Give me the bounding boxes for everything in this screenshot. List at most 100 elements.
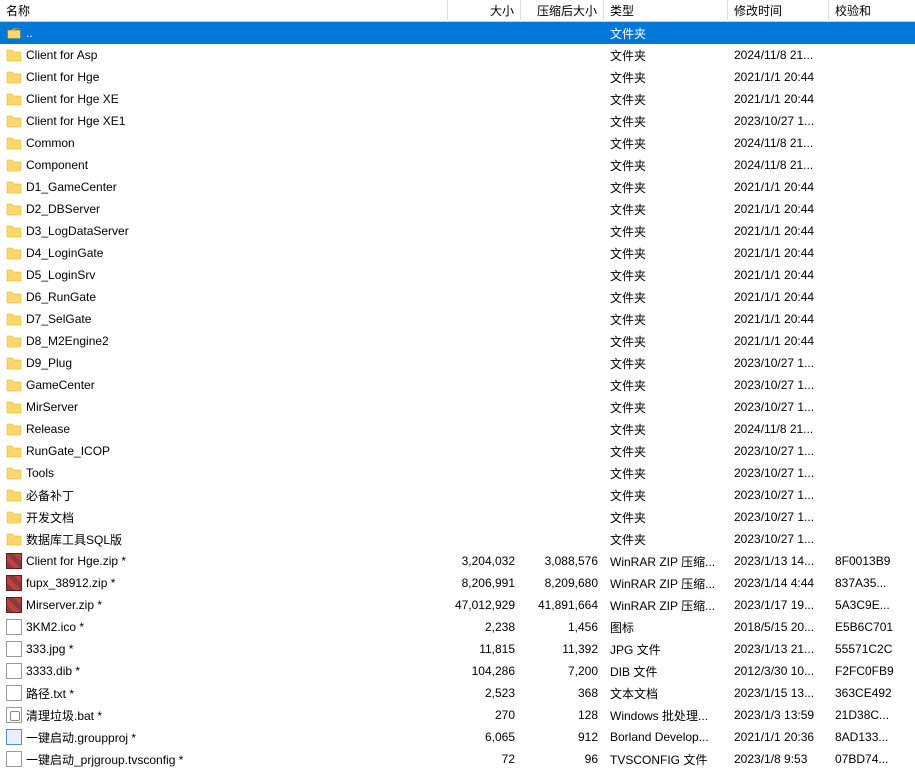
file-name-cell[interactable]: Client for Hge <box>0 67 448 87</box>
file-type-cell: WinRAR ZIP 压缩... <box>604 551 728 572</box>
file-row[interactable]: 3333.dib *104,2867,200DIB 文件2012/3/30 10… <box>0 660 915 682</box>
file-modified-cell: 2021/1/1 20:44 <box>728 178 829 196</box>
file-row[interactable]: D4_LoginGate文件夹2021/1/1 20:44 <box>0 242 915 264</box>
file-name-cell[interactable]: Mirserver.zip * <box>0 595 448 615</box>
file-row[interactable]: RunGate_ICOP文件夹2023/10/27 1... <box>0 440 915 462</box>
column-header-modified[interactable]: 修改时间 <box>728 0 829 22</box>
file-name-cell[interactable]: D7_SelGate <box>0 309 448 329</box>
file-row[interactable]: Client for Asp文件夹2024/11/8 21... <box>0 44 915 66</box>
file-name-cell[interactable]: MirServer <box>0 397 448 417</box>
file-checksum-cell: 07BD74... <box>829 750 913 768</box>
file-modified-cell: 2024/11/8 21... <box>728 156 829 174</box>
file-row[interactable]: MirServer文件夹2023/10/27 1... <box>0 396 915 418</box>
file-name-cell[interactable]: D9_Plug <box>0 353 448 373</box>
column-header-type[interactable]: 类型 <box>604 0 728 22</box>
file-row[interactable]: 一键启动_prjgroup.tvsconfig *7296TVSCONFIG 文… <box>0 748 915 770</box>
file-size-cell <box>448 75 521 79</box>
file-row[interactable]: Common文件夹2024/11/8 21... <box>0 132 915 154</box>
file-row[interactable]: 数据库工具SQL版文件夹2023/10/27 1... <box>0 528 915 550</box>
file-name-cell[interactable]: Client for Asp <box>0 45 448 65</box>
file-row[interactable]: Component文件夹2024/11/8 21... <box>0 154 915 176</box>
file-row[interactable]: D2_DBServer文件夹2021/1/1 20:44 <box>0 198 915 220</box>
file-name-label: D7_SelGate <box>26 312 91 326</box>
file-modified-cell: 2021/1/1 20:44 <box>728 266 829 284</box>
file-row[interactable]: 3KM2.ico *2,2381,456图标2018/5/15 20...E5B… <box>0 616 915 638</box>
file-row[interactable]: Client for Hge XE1文件夹2023/10/27 1... <box>0 110 915 132</box>
file-name-cell[interactable]: D6_RunGate <box>0 287 448 307</box>
file-row[interactable]: D7_SelGate文件夹2021/1/1 20:44 <box>0 308 915 330</box>
file-row[interactable]: Client for Hge.zip *3,204,0323,088,576Wi… <box>0 550 915 572</box>
file-checksum-cell <box>829 361 913 365</box>
file-name-cell[interactable]: D8_M2Engine2 <box>0 331 448 351</box>
file-name-cell[interactable]: 开发文档 <box>0 507 448 528</box>
file-row[interactable]: D1_GameCenter文件夹2021/1/1 20:44 <box>0 176 915 198</box>
file-name-cell[interactable]: D2_DBServer <box>0 199 448 219</box>
folder-icon <box>6 69 22 85</box>
file-name-cell[interactable]: Client for Hge XE1 <box>0 111 448 131</box>
file-size-cell <box>448 339 521 343</box>
file-modified-cell: 2023/1/17 19... <box>728 596 829 614</box>
file-name-cell[interactable]: 清理垃圾.bat * <box>0 705 448 726</box>
file-name-cell[interactable]: 333.jpg * <box>0 639 448 659</box>
file-name-cell[interactable]: 一键启动.groupproj * <box>0 727 448 748</box>
file-row[interactable]: 333.jpg *11,81511,392JPG 文件2023/1/13 21.… <box>0 638 915 660</box>
file-name-cell[interactable]: fupx_38912.zip * <box>0 573 448 593</box>
file-name-cell[interactable]: 一键启动_prjgroup.tvsconfig * <box>0 749 448 770</box>
file-row[interactable]: Release文件夹2024/11/8 21... <box>0 418 915 440</box>
file-name-cell[interactable]: GameCenter <box>0 375 448 395</box>
file-row[interactable]: 一键启动.groupproj *6,065912Borland Develop.… <box>0 726 915 748</box>
file-name-cell[interactable]: RunGate_ICOP <box>0 441 448 461</box>
file-name-label: D5_LoginSrv <box>26 268 95 282</box>
file-name-label: Client for Hge XE1 <box>26 114 125 128</box>
file-compressed-cell: 11,392 <box>521 640 604 658</box>
file-name-cell[interactable]: 3KM2.ico * <box>0 617 448 637</box>
file-name-cell[interactable]: D4_LoginGate <box>0 243 448 263</box>
file-row[interactable]: Tools文件夹2023/10/27 1... <box>0 462 915 484</box>
file-checksum-cell <box>829 75 913 79</box>
file-name-label: D9_Plug <box>26 356 72 370</box>
file-name-cell[interactable]: Client for Hge.zip * <box>0 551 448 571</box>
file-size-cell <box>448 427 521 431</box>
file-row[interactable]: D6_RunGate文件夹2021/1/1 20:44 <box>0 286 915 308</box>
file-name-label: 开发文档 <box>26 509 74 526</box>
file-row[interactable]: 清理垃圾.bat *270128Windows 批处理...2023/1/3 1… <box>0 704 915 726</box>
file-row[interactable]: 必备补丁文件夹2023/10/27 1... <box>0 484 915 506</box>
file-row[interactable]: 路径.txt *2,523368文本文档2023/1/15 13...363CE… <box>0 682 915 704</box>
file-name-cell[interactable]: 数据库工具SQL版 <box>0 529 448 550</box>
column-header-checksum[interactable]: 校验和 <box>829 0 913 22</box>
file-size-cell: 270 <box>448 706 521 724</box>
file-type-cell: 文件夹 <box>604 23 728 44</box>
file-type-cell: 文本文档 <box>604 683 728 704</box>
file-name-cell[interactable]: Tools <box>0 463 448 483</box>
folder-icon <box>6 311 22 327</box>
file-name-cell[interactable]: Common <box>0 133 448 153</box>
file-row[interactable]: D8_M2Engine2文件夹2021/1/1 20:44 <box>0 330 915 352</box>
file-row[interactable]: GameCenter文件夹2023/10/27 1... <box>0 374 915 396</box>
file-checksum-cell <box>829 163 913 167</box>
file-name-cell[interactable]: 3333.dib * <box>0 661 448 681</box>
file-modified-cell: 2021/1/1 20:44 <box>728 200 829 218</box>
column-header-size[interactable]: 大小 <box>448 0 521 22</box>
file-name-cell[interactable]: Release <box>0 419 448 439</box>
file-name-cell[interactable]: D5_LoginSrv <box>0 265 448 285</box>
file-row[interactable]: 开发文档文件夹2023/10/27 1... <box>0 506 915 528</box>
file-name-cell[interactable]: 路径.txt * <box>0 683 448 704</box>
file-name-cell[interactable]: Component <box>0 155 448 175</box>
file-name-cell[interactable]: .. <box>0 23 448 43</box>
file-row[interactable]: fupx_38912.zip *8,206,9918,209,680WinRAR… <box>0 572 915 594</box>
file-name-label: 数据库工具SQL版 <box>26 531 122 548</box>
file-type-cell: 文件夹 <box>604 419 728 440</box>
file-row[interactable]: Client for Hge文件夹2021/1/1 20:44 <box>0 66 915 88</box>
file-row[interactable]: D5_LoginSrv文件夹2021/1/1 20:44 <box>0 264 915 286</box>
file-row[interactable]: D9_Plug文件夹2023/10/27 1... <box>0 352 915 374</box>
file-name-cell[interactable]: 必备补丁 <box>0 485 448 506</box>
column-header-compressed[interactable]: 压缩后大小 <box>521 0 604 22</box>
file-row[interactable]: Client for Hge XE文件夹2021/1/1 20:44 <box>0 88 915 110</box>
file-name-cell[interactable]: Client for Hge XE <box>0 89 448 109</box>
column-header-name[interactable]: 名称 <box>0 0 448 22</box>
file-row[interactable]: .. 文件夹 <box>0 22 915 44</box>
file-row[interactable]: Mirserver.zip *47,012,92941,891,664WinRA… <box>0 594 915 616</box>
file-name-cell[interactable]: D1_GameCenter <box>0 177 448 197</box>
file-name-cell[interactable]: D3_LogDataServer <box>0 221 448 241</box>
file-row[interactable]: D3_LogDataServer文件夹2021/1/1 20:44 <box>0 220 915 242</box>
